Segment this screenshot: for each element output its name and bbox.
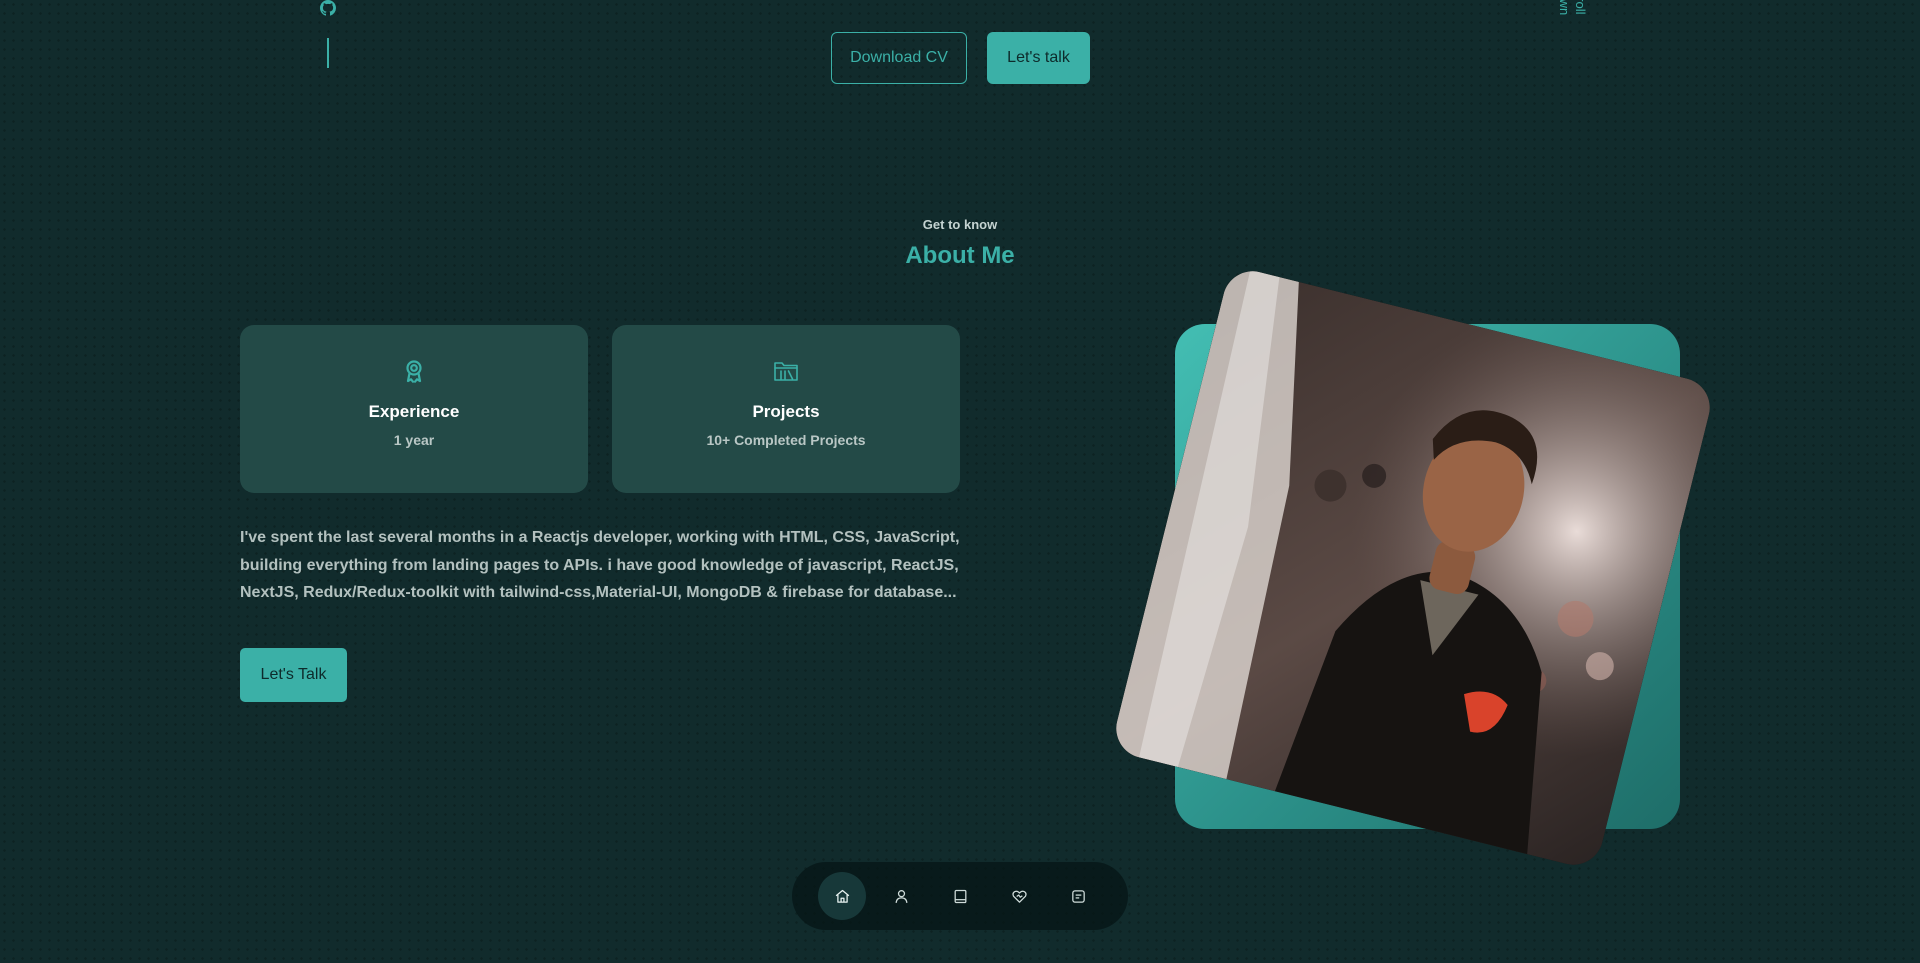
hero-cta-group: Download CV Let's talk bbox=[831, 32, 1090, 84]
section-title: About Me bbox=[905, 242, 1015, 269]
download-cv-button[interactable]: Download CV bbox=[831, 32, 967, 84]
nav-experience[interactable] bbox=[936, 872, 984, 920]
lets-talk-button[interactable]: Let's talk bbox=[987, 32, 1090, 84]
experience-card: Experience 1 year bbox=[240, 325, 588, 493]
nav-home[interactable] bbox=[818, 872, 866, 920]
card-subtitle: 1 year bbox=[393, 432, 435, 448]
award-icon bbox=[400, 357, 428, 385]
projects-card: Projects 10+ Completed Projects bbox=[612, 325, 960, 493]
section-subtitle: Get to know bbox=[922, 217, 998, 232]
projects-icon bbox=[772, 357, 800, 385]
portfolio-page: Scroll Down Download CV Let's talk Get t… bbox=[0, 0, 1920, 963]
nav-services[interactable] bbox=[995, 872, 1043, 920]
rail-divider bbox=[327, 38, 329, 68]
services-icon bbox=[1011, 890, 1027, 903]
bottom-navigation bbox=[792, 862, 1128, 930]
about-section-heading: Get to know About Me bbox=[0, 217, 1920, 270]
scroll-down-link[interactable]: Scroll Down bbox=[1556, 0, 1588, 30]
social-links bbox=[318, 0, 338, 70]
lets-talk-about-button[interactable]: Let's Talk bbox=[240, 648, 347, 702]
home-icon bbox=[835, 889, 849, 903]
about-paragraph: I've spent the last several months in a … bbox=[240, 529, 960, 601]
card-title: Experience bbox=[368, 402, 460, 421]
github-icon[interactable] bbox=[320, 0, 336, 16]
user-icon bbox=[895, 889, 907, 903]
nav-about[interactable] bbox=[877, 872, 925, 920]
about-cards: Experience 1 year Projects 10+ Completed… bbox=[240, 325, 960, 493]
card-title: Projects bbox=[752, 402, 820, 421]
card-subtitle: 10+ Completed Projects bbox=[706, 432, 866, 448]
book-icon bbox=[954, 889, 966, 903]
nav-contact[interactable] bbox=[1054, 872, 1102, 920]
message-icon bbox=[1071, 889, 1085, 903]
